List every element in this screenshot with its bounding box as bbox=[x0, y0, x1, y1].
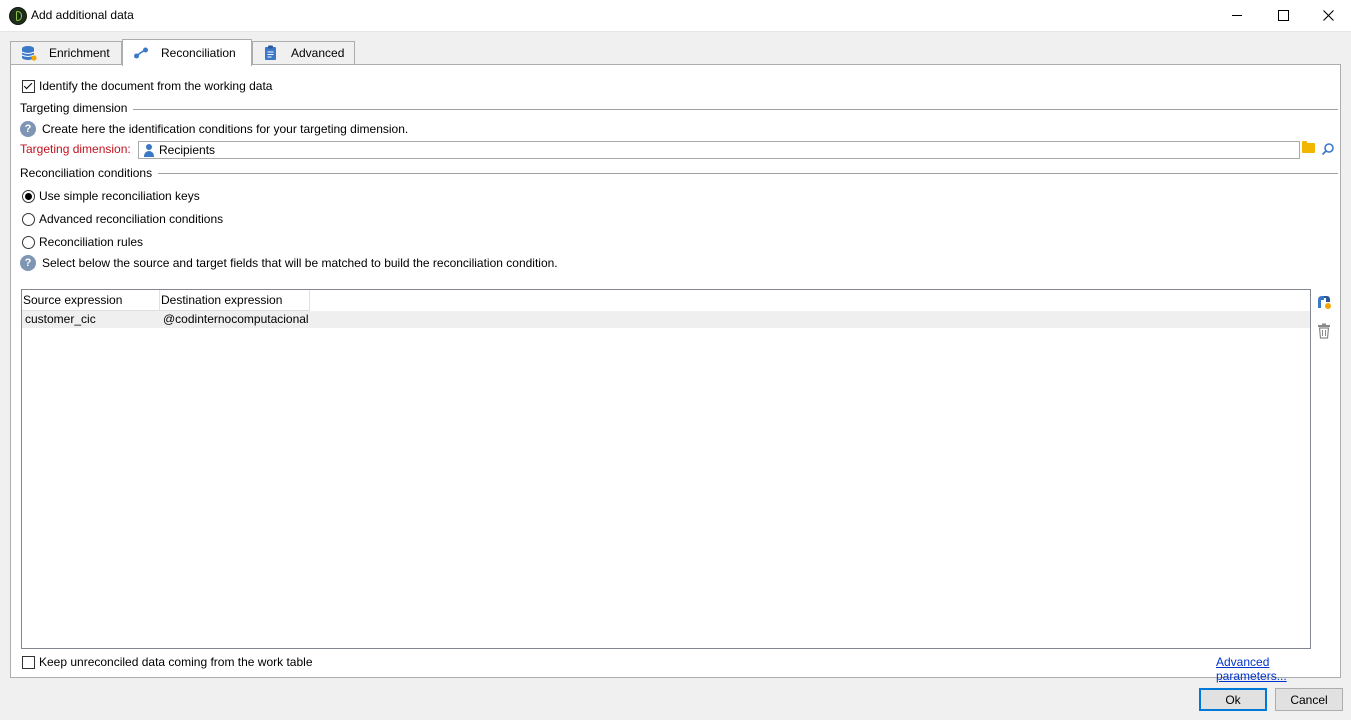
targeting-section-title: Targeting dimension bbox=[20, 101, 128, 115]
radio-button[interactable] bbox=[22, 235, 35, 249]
database-icon bbox=[21, 46, 37, 61]
maximize-button[interactable] bbox=[1260, 0, 1306, 31]
targeting-help: ? Create here the identification conditi… bbox=[20, 121, 408, 137]
targeting-help-text: Create here the identification condition… bbox=[42, 122, 409, 136]
section-divider bbox=[158, 173, 1338, 174]
tab-label: Enrichment bbox=[49, 46, 110, 60]
identify-checkbox-row[interactable]: Identify the document from the working d… bbox=[22, 79, 272, 93]
tab-advanced[interactable]: Advanced bbox=[252, 41, 355, 64]
radio-reconciliation-rules[interactable]: Reconciliation rules bbox=[22, 235, 143, 249]
targeting-dimension-value: Recipients bbox=[159, 143, 216, 157]
cancel-button[interactable]: Cancel bbox=[1275, 688, 1343, 711]
radio-simple-keys[interactable]: Use simple reconciliation keys bbox=[22, 189, 200, 203]
clipboard-icon bbox=[265, 45, 276, 60]
tab-label: Advanced bbox=[291, 46, 345, 60]
identify-label: Identify the document from the working d… bbox=[39, 79, 273, 93]
ok-button[interactable]: Ok bbox=[1199, 688, 1267, 711]
folder-icon[interactable] bbox=[1302, 141, 1315, 153]
close-button[interactable] bbox=[1305, 0, 1351, 31]
tab-reconciliation[interactable]: Reconciliation bbox=[122, 39, 252, 66]
window-title: Add additional data bbox=[31, 8, 134, 22]
minimize-button[interactable] bbox=[1214, 0, 1260, 31]
keep-unreconciled-label: Keep unreconciled data coming from the w… bbox=[39, 655, 313, 669]
tab-label: Reconciliation bbox=[161, 46, 236, 60]
targeting-dimension-field[interactable]: Recipients bbox=[138, 141, 1300, 159]
identify-checkbox[interactable] bbox=[22, 79, 35, 93]
title-bar: Add additional data bbox=[0, 0, 1351, 32]
reconciliation-panel: Identify the document from the working d… bbox=[10, 64, 1341, 683]
radio-button[interactable] bbox=[22, 189, 35, 203]
reconciliation-help-text: Select below the source and target field… bbox=[42, 256, 558, 270]
reconciliation-section-title: Reconciliation conditions bbox=[20, 166, 153, 180]
help-icon: ? bbox=[20, 121, 36, 137]
reconciliation-keys-table[interactable]: Source expression Destination expression… bbox=[21, 289, 1311, 649]
targeting-field-label: Targeting dimension: bbox=[20, 142, 131, 156]
section-divider bbox=[133, 109, 1338, 110]
radio-advanced-conditions[interactable]: Advanced reconciliation conditions bbox=[22, 212, 223, 226]
table-header: Source expression Destination expression bbox=[22, 290, 310, 311]
link-icon bbox=[134, 47, 148, 59]
app-logo-icon bbox=[9, 7, 27, 25]
table-row[interactable]: customer_cic @codinternocomputacional bbox=[22, 311, 1310, 328]
column-header-source[interactable]: Source expression bbox=[22, 290, 160, 311]
add-row-icon[interactable] bbox=[1316, 294, 1332, 310]
source-expression-cell[interactable]: customer_cic bbox=[22, 311, 160, 328]
search-icon[interactable] bbox=[1321, 142, 1335, 156]
destination-expression-cell[interactable]: @codinternocomputacional bbox=[160, 311, 320, 328]
keep-unreconciled-checkbox[interactable] bbox=[22, 655, 35, 669]
trash-icon[interactable] bbox=[1317, 323, 1331, 339]
column-header-destination[interactable]: Destination expression bbox=[160, 290, 310, 311]
advanced-parameters-link[interactable]: Advanced parameters... bbox=[1216, 655, 1340, 683]
close-icon bbox=[1322, 10, 1334, 21]
help-icon: ? bbox=[20, 255, 36, 271]
radio-button[interactable] bbox=[22, 212, 35, 226]
keep-unreconciled-row[interactable]: Keep unreconciled data coming from the w… bbox=[22, 655, 313, 669]
reconciliation-help: ? Select below the source and target fie… bbox=[20, 255, 558, 271]
person-icon bbox=[143, 143, 155, 157]
tab-enrichment[interactable]: Enrichment bbox=[10, 41, 122, 64]
